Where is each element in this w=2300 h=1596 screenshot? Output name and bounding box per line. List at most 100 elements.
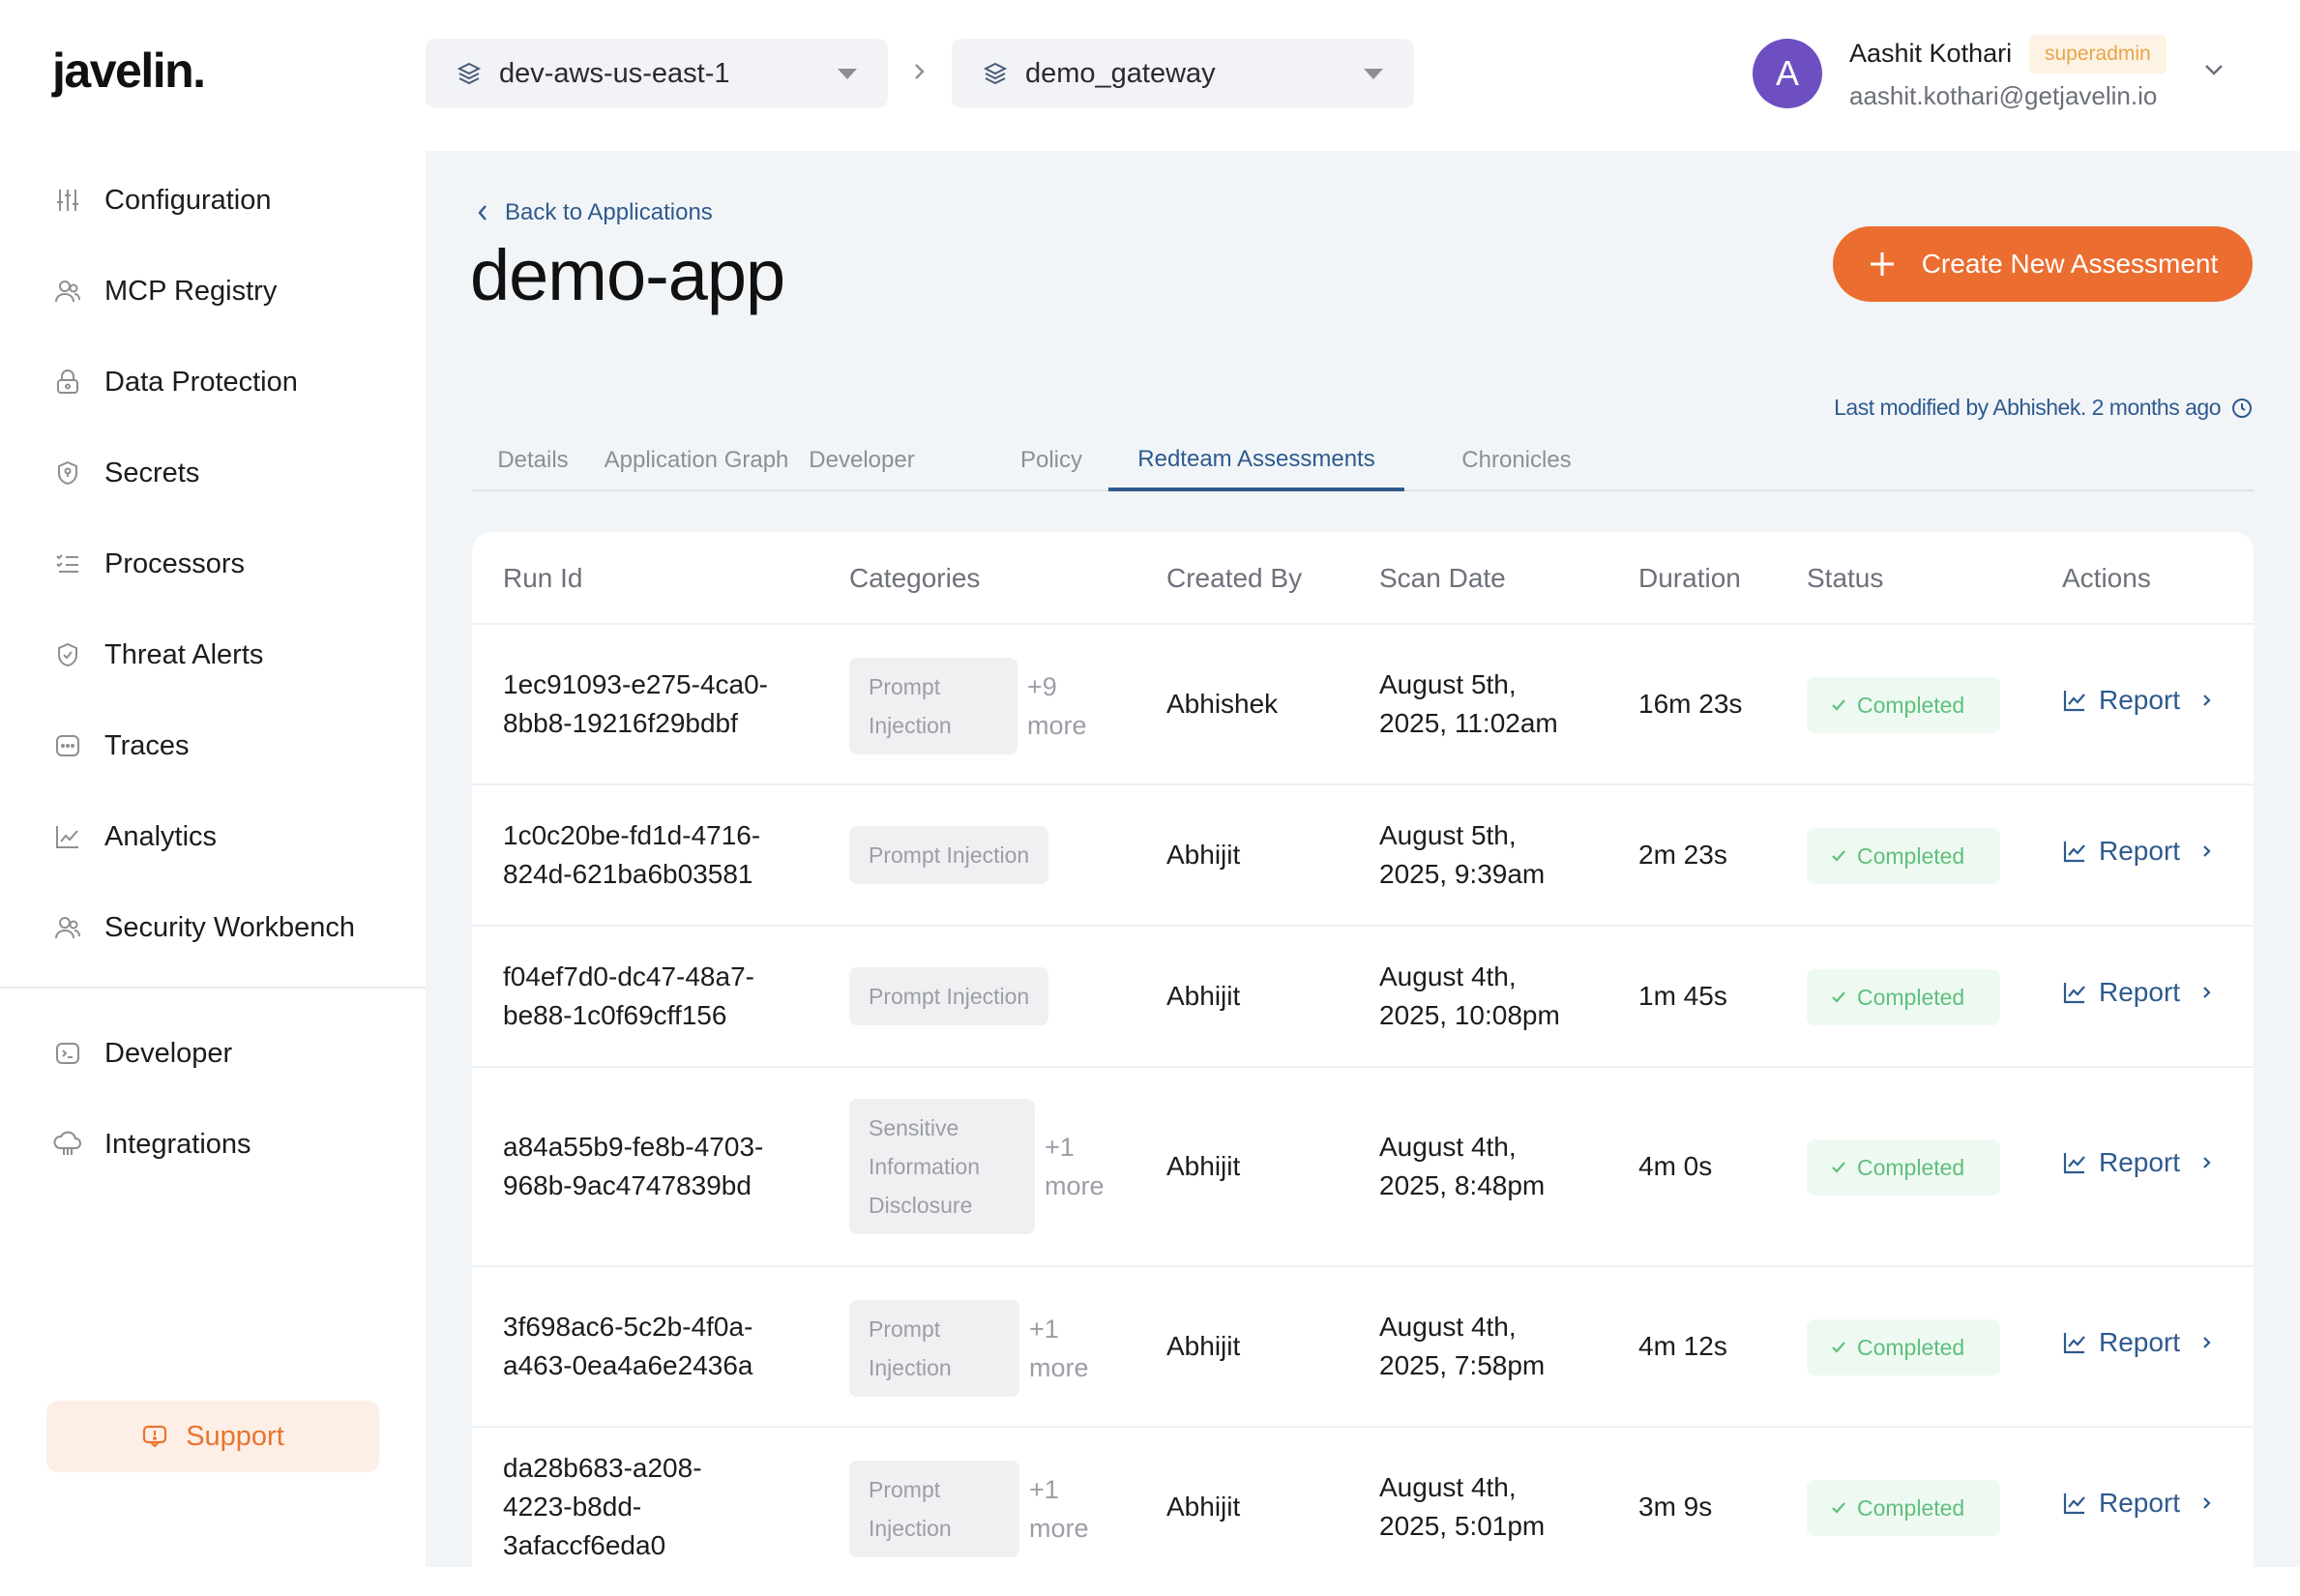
report-link[interactable]: Report (2062, 685, 2213, 716)
table-row[interactable]: 1c0c20be-fd1d-4716-824d-621ba6b03581 Pro… (472, 785, 2254, 927)
sidebar-item-mcp-registry[interactable]: MCP Registry (0, 246, 426, 337)
column-header[interactable]: Categories (849, 563, 980, 594)
top-header: dev-aws-us-east-1 demo_gateway A Aashit … (426, 0, 2300, 151)
sidebar-item-configuration[interactable]: Configuration (0, 155, 426, 246)
duration: 16m 23s (1638, 689, 1743, 719)
tab-redteam-assessments[interactable]: Redteam Assessments (1108, 431, 1404, 491)
table-row[interactable]: f04ef7d0-dc47-48a7-be88-1c0f69cff156 Pro… (472, 927, 2254, 1068)
run-id: da28b683-a208-4223-b8dd-3afaccf6eda0 (503, 1453, 702, 1560)
more-categories[interactable]: +9 more (1027, 667, 1095, 745)
sidebar-item-analytics[interactable]: Analytics (0, 791, 426, 882)
more-categories[interactable]: +1 more (1029, 1310, 1097, 1387)
chevron-down-icon (1364, 68, 1383, 79)
column-header[interactable]: Scan Date (1379, 563, 1506, 594)
chevron-down-icon[interactable] (2201, 60, 2226, 84)
more-categories[interactable]: +1 more (1029, 1470, 1097, 1548)
layers-icon (983, 61, 1008, 86)
line-chart-icon (2062, 980, 2087, 1005)
sidebar-item-processors[interactable]: Processors (0, 518, 426, 609)
category-chip: Prompt Injection (849, 967, 1049, 1025)
sidebar-item-security-workbench[interactable]: Security Workbench (0, 882, 426, 973)
chevron-right-icon (2201, 1153, 2213, 1172)
chevron-right-icon (2201, 1493, 2213, 1513)
tab-chronicles[interactable]: Chronicles (1420, 431, 1613, 489)
column-header[interactable]: Status (1807, 563, 1883, 594)
report-link[interactable]: Report (2062, 836, 2213, 867)
status-label: Completed (1857, 1334, 1965, 1360)
sidebar-item-data-protection[interactable]: Data Protection (0, 337, 426, 428)
report-link[interactable]: Report (2062, 977, 2213, 1008)
chevron-right-icon (2201, 691, 2213, 710)
sidebar-item-developer[interactable]: Developer (0, 1008, 426, 1099)
report-label: Report (2099, 1147, 2181, 1177)
create-button-label: Create New Assessment (1921, 249, 2219, 279)
create-new-assessment-button[interactable]: Create New Assessment (1833, 226, 2253, 302)
tab-policy[interactable]: Policy (998, 431, 1105, 489)
table-row[interactable]: da28b683-a208-4223-b8dd-3afaccf6eda0 Pro… (472, 1428, 2254, 1596)
column-header[interactable]: Created By (1166, 563, 1302, 594)
table-row[interactable]: a84a55b9-fe8b-4703-968b-9ac4747839bd Sen… (472, 1068, 2254, 1267)
check-icon (1830, 1159, 1847, 1176)
sidebar-item-label: Secrets (104, 457, 200, 488)
sidebar-item-traces[interactable]: Traces (0, 700, 426, 791)
more-categories[interactable]: +1 more (1045, 1128, 1112, 1205)
sidebar-item-threat-alerts[interactable]: Threat Alerts (0, 609, 426, 700)
status-badge: Completed (1807, 677, 2000, 733)
created-by: Abhijit (1166, 1492, 1241, 1522)
duration: 1m 45s (1638, 981, 1727, 1011)
table-row[interactable]: 1ec91093-e275-4ca0-8bb8-19216f29bdbf Pro… (472, 625, 2254, 785)
scan-date: August 5th, 2025, 9:39am (1379, 820, 1546, 889)
layers-icon (457, 61, 482, 86)
dots-box-icon (52, 730, 83, 761)
logo[interactable]: javelin. (52, 43, 206, 99)
report-label: Report (2099, 836, 2181, 866)
environment-selector[interactable]: dev-aws-us-east-1 (426, 39, 888, 108)
user-name: Aashit Kothari (1849, 39, 2013, 68)
report-link[interactable]: Report (2062, 1327, 2213, 1358)
last-modified-label: Last modified by Abhishek. 2 months ago (1834, 395, 2221, 420)
status-label: Completed (1857, 984, 1965, 1010)
sidebar-item-integrations[interactable]: Integrations (0, 1099, 426, 1190)
sidebar-item-secrets[interactable]: Secrets (0, 428, 426, 518)
users-icon (52, 912, 83, 943)
duration: 4m 0s (1638, 1151, 1713, 1181)
gateway-selector[interactable]: demo_gateway (952, 39, 1414, 108)
tab-details[interactable]: Details (472, 431, 594, 489)
report-link[interactable]: Report (2062, 1488, 2213, 1519)
category-chip: Prompt Injection (849, 1300, 1019, 1397)
support-label: Support (186, 1420, 284, 1452)
report-label: Report (2099, 1327, 2181, 1357)
sidebar-item-label: MCP Registry (104, 275, 278, 307)
status-badge: Completed (1807, 1480, 2000, 1536)
table-row[interactable]: 3f698ac6-5c2b-4f0a-a463-0ea4a6e2436a Pro… (472, 1267, 2254, 1428)
main-content: Back to Applications demo-app Create New… (426, 151, 2300, 1596)
duration: 3m 9s (1638, 1492, 1713, 1522)
last-modified-text: Last modified by Abhishek. 2 months ago (1834, 395, 2254, 421)
column-header[interactable]: Actions (2062, 563, 2151, 594)
page-title: demo-app (470, 235, 785, 315)
chevron-right-icon (911, 58, 929, 90)
created-by: Abhishek (1166, 689, 1279, 719)
sidebar-item-label: Configuration (104, 184, 272, 216)
tab-application-graph[interactable]: Application Graph (600, 431, 793, 489)
support-button[interactable]: Support (46, 1401, 379, 1472)
report-link[interactable]: Report (2062, 1147, 2213, 1178)
back-to-applications-link[interactable]: Back to Applications (476, 199, 713, 226)
report-label: Report (2099, 977, 2181, 1007)
line-chart-icon (52, 821, 83, 852)
status-badge: Completed (1807, 1139, 2000, 1196)
categories-cell: Sensitive Information Disclosure +1 more (849, 1099, 1112, 1234)
line-chart-icon (2062, 1330, 2087, 1355)
column-header[interactable]: Run Id (503, 563, 583, 594)
sidebar: javelin. Configuration MCP Registry Data… (0, 0, 426, 1567)
scan-date: August 5th, 2025, 11:02am (1379, 669, 1558, 738)
avatar[interactable]: A (1753, 39, 1822, 108)
line-chart-icon (2062, 839, 2087, 864)
chevron-left-icon (476, 202, 489, 223)
tab-developer[interactable]: Developer (799, 431, 925, 489)
shield-check-icon (52, 639, 83, 670)
column-header[interactable]: Duration (1638, 563, 1741, 594)
line-chart-icon (2062, 1491, 2087, 1516)
gateway-label: demo_gateway (1025, 57, 1216, 89)
sidebar-item-label: Analytics (104, 820, 218, 852)
